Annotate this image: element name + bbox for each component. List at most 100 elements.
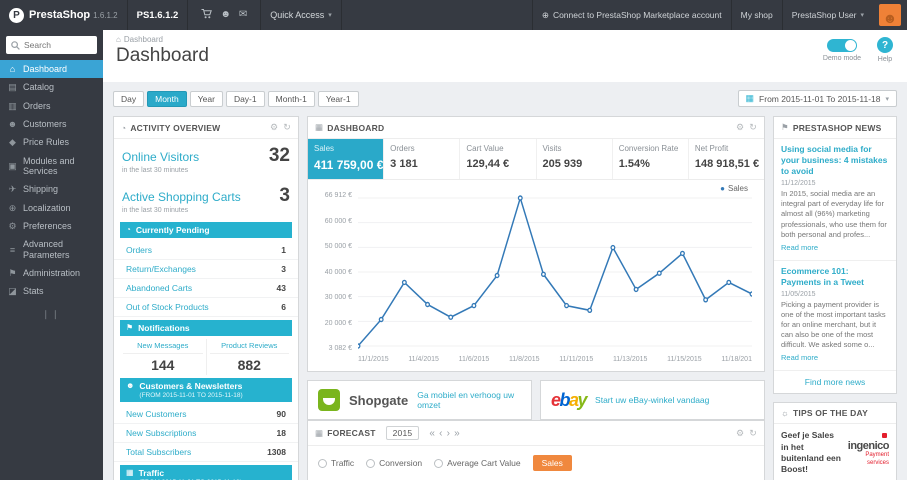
- x-tick: 11/6/2015: [458, 356, 490, 363]
- gear-icon[interactable]: ⚙: [736, 122, 744, 133]
- date-range-picker[interactable]: ▦ From 2015-11-01 To 2015-11-18 ▾: [737, 90, 897, 107]
- pending-row-orders[interactable]: Orders 1: [114, 241, 298, 261]
- shop-name-link[interactable]: PS1.6.1.2: [128, 0, 189, 30]
- forecast-year-select[interactable]: 2015: [385, 426, 420, 440]
- sidebar-search[interactable]: [6, 36, 97, 54]
- online-visitors-metric[interactable]: Online Visitors 32: [114, 139, 298, 167]
- tab-year-1[interactable]: Year-1: [317, 90, 359, 107]
- kpi-orders[interactable]: Orders 3 181: [384, 139, 461, 179]
- marketplace-label: Connect to PrestaShop Marketplace accoun…: [552, 10, 722, 20]
- kpi-sales[interactable]: Sales 411 759,00 €: [308, 139, 385, 179]
- sidebar-item-dashboard[interactable]: ⌂ Dashboard: [0, 60, 103, 79]
- prestashop-news-panel: ⚑ PRESTASHOP NEWS Using social media for…: [773, 116, 897, 395]
- sidebar-item-administration[interactable]: ⚑ Administration: [0, 264, 103, 282]
- kpi-visits[interactable]: Visits 205 939: [537, 139, 613, 179]
- active-shopping-carts-metric[interactable]: Active Shopping Carts 3: [114, 179, 298, 207]
- shopgate-ad-link[interactable]: Ga mobiel en verhoog uw omzet: [417, 390, 521, 410]
- find-more-news-link[interactable]: Find more news: [774, 371, 896, 393]
- kpi-cart-value[interactable]: Cart Value 129,44 €: [460, 139, 537, 179]
- sidebar-item-customers[interactable]: ☻ Customers: [0, 115, 103, 133]
- collapse-menu-button[interactable]: ❘❘: [0, 309, 103, 320]
- pending-row-out-of-stock[interactable]: Out of Stock Products 6: [114, 298, 298, 318]
- tab-day[interactable]: Day: [113, 90, 145, 107]
- refresh-icon[interactable]: ↻: [749, 428, 757, 439]
- refresh-icon[interactable]: ↻: [283, 122, 291, 133]
- prestashop-logo-icon: P: [9, 7, 24, 23]
- chart-x-axis: 11/1/2015 11/4/2015 11/6/2015 11/8/2015 …: [308, 352, 764, 371]
- kpi-label: Visits: [542, 144, 562, 153]
- sidebar-item-shipping[interactable]: ✈ Shipping: [0, 180, 103, 198]
- gear-icon[interactable]: ⚙: [736, 428, 744, 439]
- ebay-ad[interactable]: ebay Start uw eBay-winkel vandaag: [540, 380, 765, 420]
- customers-row-new-customers[interactable]: New Customers 90: [114, 405, 298, 425]
- product-reviews-cell[interactable]: Product Reviews 882: [205, 339, 293, 376]
- demo-mode-control[interactable]: Demo mode: [823, 37, 861, 63]
- main-content: Day Month Year Day-1 Month-1 Year-1 ▦ Fr…: [103, 82, 907, 480]
- forecast-legend-sales[interactable]: Sales: [532, 455, 572, 471]
- sidebar-item-advanced-parameters[interactable]: ≡ Advanced Parameters: [0, 235, 103, 264]
- x-tick: 11/1/2015: [358, 356, 389, 363]
- tips-panel-title: TIPS OF THE DAY: [793, 408, 868, 419]
- forecast-legend-conversion[interactable]: Conversion: [366, 458, 422, 468]
- sidebar-item-label: Orders: [23, 100, 51, 111]
- last-page-icon[interactable]: »: [454, 428, 460, 439]
- demo-mode-toggle[interactable]: [826, 39, 857, 52]
- customers-row-total-subscribers[interactable]: Total Subscribers 1308: [114, 443, 298, 463]
- news-panel-title: PRESTASHOP NEWS: [792, 122, 882, 133]
- search-input[interactable]: [24, 40, 94, 50]
- prestashop-logo[interactable]: P PrestaShop 1.6.1.2: [0, 0, 128, 30]
- news-article-title[interactable]: Using social media for your business: 4 …: [781, 144, 889, 177]
- sidebar-item-price-rules[interactable]: ◆ Price Rules: [0, 133, 103, 151]
- sales-chart-plot: [358, 192, 752, 352]
- traffic-icon: ▦: [126, 468, 134, 478]
- refresh-icon[interactable]: ↻: [749, 122, 757, 133]
- tab-year[interactable]: Year: [189, 90, 223, 107]
- sidebar-item-preferences[interactable]: ⚙ Preferences: [0, 217, 103, 235]
- orders-notification-icon[interactable]: [201, 8, 213, 22]
- activity-panel-header: ◔ ACTIVITY OVERVIEW ⚙ ↻: [114, 117, 298, 139]
- sidebar-item-label: Catalog: [23, 82, 55, 93]
- read-more-link[interactable]: Read more: [781, 353, 818, 362]
- ebay-logo: ebay: [551, 391, 587, 409]
- sidebar-item-catalog[interactable]: ▤ Catalog: [0, 78, 103, 96]
- forecast-legend-average-cart-value[interactable]: Average Cart Value: [434, 458, 521, 468]
- user-menu[interactable]: PrestaShop User ▾: [781, 0, 873, 30]
- advanced-parameters-icon: ≡: [9, 244, 16, 255]
- pending-row-abandoned-carts[interactable]: Abandoned Carts 43: [114, 279, 298, 299]
- tab-day-1[interactable]: Day-1: [225, 90, 265, 107]
- clock-icon: ◔: [126, 225, 131, 234]
- previous-icon[interactable]: ‹: [439, 428, 443, 439]
- sidebar-item-stats[interactable]: ◪ Stats: [0, 282, 103, 300]
- shopgate-ad[interactable]: Shopgate Ga mobiel en verhoog uw omzet: [307, 380, 532, 420]
- messages-notification-icon[interactable]: ✉: [239, 10, 247, 20]
- my-shop-link[interactable]: My shop: [730, 0, 782, 30]
- marketplace-connect-link[interactable]: ⊕ Connect to PrestaShop Marketplace acco…: [531, 0, 731, 30]
- customers-row-new-subscriptions[interactable]: New Subscriptions 18: [114, 424, 298, 444]
- ingenico-brand: ingenico: [848, 430, 890, 452]
- help-control[interactable]: ? Help: [877, 37, 893, 63]
- sidebar-item-localization[interactable]: ⊕ Localization: [0, 199, 103, 217]
- new-messages-cell[interactable]: New Messages 144: [120, 339, 206, 375]
- sidebar-item-modules-and-services[interactable]: ▣ Modules and Services: [0, 152, 103, 181]
- tab-month[interactable]: Month: [147, 90, 187, 107]
- gear-icon[interactable]: ⚙: [270, 122, 278, 133]
- first-page-icon[interactable]: «: [429, 428, 435, 439]
- news-article-title[interactable]: Ecommerce 101: Payments in a Tweet: [781, 266, 889, 288]
- customers-notification-icon[interactable]: ☻: [220, 10, 231, 20]
- sidebar-item-orders[interactable]: ▥ Orders: [0, 97, 103, 115]
- next-icon[interactable]: ›: [447, 428, 451, 439]
- x-tick: 11/11/2015: [559, 356, 594, 363]
- pending-row-returns[interactable]: Return/Exchanges 3: [114, 260, 298, 280]
- kpi-net-profit[interactable]: Net Profit 148 918,51 €: [689, 139, 764, 179]
- legend-label: Conversion: [379, 458, 423, 468]
- quick-access-menu[interactable]: Quick Access ▾: [261, 0, 342, 30]
- forecast-legend-traffic[interactable]: Traffic: [318, 458, 354, 468]
- ebay-ad-link[interactable]: Start uw eBay-winkel vandaag: [595, 395, 709, 405]
- user-avatar[interactable]: ☻: [879, 4, 901, 26]
- help-icon[interactable]: ?: [877, 37, 893, 53]
- kpi-conversion-rate[interactable]: Conversion Rate 1.54%: [613, 139, 689, 179]
- tips-heading: Geef je Sales in het buitenland een Boos…: [781, 430, 841, 474]
- brand-version: 1.6.1.2: [93, 10, 118, 20]
- tab-month-1[interactable]: Month-1: [267, 90, 315, 107]
- read-more-link[interactable]: Read more: [781, 243, 818, 252]
